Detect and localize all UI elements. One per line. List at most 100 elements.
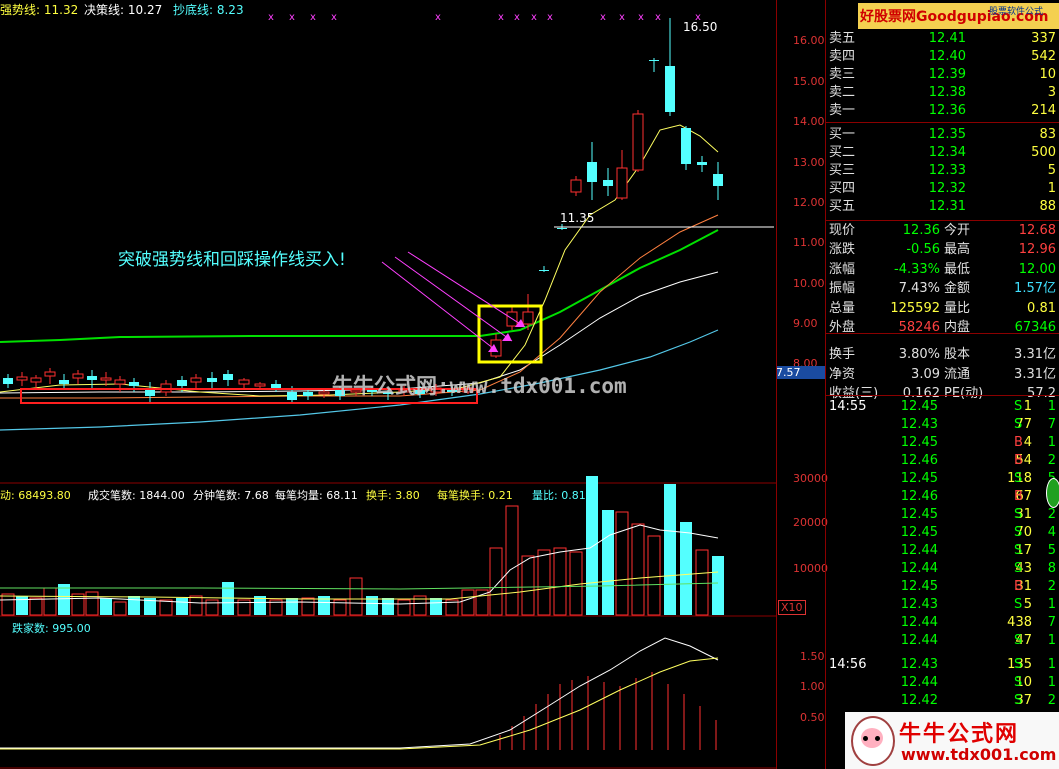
- bottom-brand-url: www.tdx001.com: [901, 745, 1057, 764]
- price-tick: 15.00: [793, 75, 825, 88]
- top-brand-banner: 好股票网Goodgupiao.com 股票软件公式: [858, 3, 1059, 29]
- volume-bar: [189, 595, 203, 616]
- ask-row[interactable]: 卖一 12.36 214: [826, 102, 1059, 120]
- tick-row[interactable]: 12.44 17 S 5: [826, 542, 1059, 560]
- level-label: 买二: [829, 145, 856, 160]
- volume-bar: [16, 596, 28, 615]
- scale-tag[interactable]: X10: [778, 600, 806, 615]
- tick-count: 2: [1047, 693, 1056, 708]
- per-minute-label: 分钟笔数: 7.68: [193, 489, 269, 502]
- tick-row[interactable]: 12.42 37 S 2: [826, 692, 1059, 710]
- candle-body: [87, 376, 97, 380]
- quote-value: 0.81: [1027, 300, 1056, 316]
- quote-row: 换手 3.80% 股本 3.31亿: [826, 346, 1059, 364]
- quote-label: 今开: [944, 223, 971, 238]
- tick-price: 12.45: [900, 525, 938, 540]
- candle-body: [254, 383, 266, 387]
- quote-value: 1.57亿: [1014, 281, 1056, 297]
- candle-body: [114, 379, 126, 385]
- candle-body: [72, 373, 84, 379]
- tick-row[interactable]: 12.45118S5: [826, 470, 1059, 488]
- volume-bar: [647, 535, 661, 616]
- tick-row[interactable]: 14:56 12.43 135 S 1: [826, 656, 1059, 674]
- tick-row[interactable]: 12.44 47 S 1: [826, 632, 1059, 650]
- level-price: 12.40: [928, 49, 966, 64]
- tick-count: 1: [1047, 435, 1056, 450]
- level-volume: 83: [1039, 127, 1056, 142]
- quote-label: 现价: [829, 223, 856, 238]
- tick-row[interactable]: 12.46 54 B 2: [826, 452, 1059, 470]
- tick-row[interactable]: 14:55 12.45 1 S 1: [826, 398, 1059, 416]
- tick-row[interactable]: 12.45 4 B 1: [826, 434, 1059, 452]
- bid-row[interactable]: 买五 12.31 88: [826, 198, 1059, 216]
- ask-row[interactable]: 卖二 12.38 3: [826, 84, 1059, 102]
- level-volume: 214: [1031, 103, 1056, 118]
- bid-row[interactable]: 买三 12.33 5: [826, 162, 1059, 180]
- breadth-bars: [499, 672, 717, 750]
- signal-marker: x: [310, 12, 316, 23]
- price-tick: 11.00: [793, 236, 825, 249]
- quote-label: 内盘: [944, 320, 971, 335]
- volume-bar: [680, 522, 692, 615]
- quote-row: 涨跌 -0.56 最高 12.96: [826, 241, 1059, 259]
- quote-value: 3.31亿: [1014, 347, 1056, 363]
- volume-bar: [1, 593, 15, 616]
- tick-row[interactable]: 12.43 77 S 7: [826, 416, 1059, 434]
- tick-row[interactable]: 12.45 31 B 2: [826, 578, 1059, 596]
- candle-body: [632, 113, 644, 171]
- bid-row[interactable]: 买四 12.32 1: [826, 180, 1059, 198]
- ask-row[interactable]: 卖四 12.40 542: [826, 48, 1059, 66]
- tick-row[interactable]: 12.44 438 7: [826, 614, 1059, 632]
- breadth-line-yellow: [0, 657, 719, 750]
- volume-bar: [349, 577, 363, 616]
- ask-row[interactable]: 卖三 12.39 10: [826, 66, 1059, 84]
- volume-bar: [461, 589, 475, 616]
- level-price: 12.35: [928, 127, 966, 142]
- tick-price: 12.43: [900, 417, 938, 432]
- volume-bar: [664, 484, 676, 615]
- volume-bar: [430, 598, 442, 615]
- volume-bar: [382, 598, 394, 615]
- volume-bar: [695, 549, 709, 616]
- price-tick: 12.00: [793, 196, 825, 209]
- tick-row[interactable]: 12.44 10 S 1: [826, 674, 1059, 692]
- volume-bar: [631, 523, 645, 616]
- tick-row[interactable]: 12.4667B2: [826, 488, 1059, 506]
- quote-label: 净资: [829, 366, 856, 382]
- candle-body: [100, 377, 112, 381]
- level-label: 买四: [829, 181, 856, 196]
- bid-row[interactable]: 买二 12.34 500: [826, 144, 1059, 162]
- tick-row[interactable]: 12.44 43 S 8: [826, 560, 1059, 578]
- price-tick: 10.00: [793, 277, 825, 290]
- signal-marker: x: [531, 12, 537, 23]
- volume-tick: 30000: [793, 472, 828, 485]
- tick-row[interactable]: 12.45 31 S 2: [826, 506, 1059, 524]
- level-volume: 542: [1031, 49, 1056, 64]
- quote-label: 金额: [944, 281, 971, 297]
- ask-row[interactable]: 卖五 12.41 337: [826, 30, 1059, 48]
- tick-side: S: [1014, 633, 1023, 648]
- tick-volume: 438: [1007, 615, 1032, 630]
- candle-body: [44, 371, 56, 377]
- tick-price: 12.46: [900, 453, 938, 468]
- quote-value: 3.80%: [898, 347, 940, 363]
- tick-count: 1: [1047, 399, 1056, 414]
- volume-bar: [71, 593, 85, 616]
- tick-row[interactable]: 12.45 70 S 4: [826, 524, 1059, 542]
- tick-side: S: [1014, 657, 1023, 672]
- trade-count-label: 成交笔数: 1844.00: [88, 489, 185, 502]
- volume-bar: [113, 601, 127, 616]
- chart-region[interactable]: xxxxxxxxxxxxxx 强势线: 11.32 决策线: 10.27 抄底线…: [0, 0, 806, 769]
- tick-row[interactable]: 12.43 5 S 1: [826, 596, 1059, 614]
- bid-row[interactable]: 买一 12.35 83: [826, 126, 1059, 144]
- level-label: 买一: [829, 127, 856, 142]
- float-button-icon[interactable]: [1046, 478, 1059, 508]
- volume-bar: [521, 555, 535, 616]
- tick-price: 12.43: [900, 657, 938, 672]
- tick-price: 12.42: [900, 693, 938, 708]
- cow-logo-icon: [851, 716, 895, 766]
- price-tick: 14.00: [793, 115, 825, 128]
- volume-bar: [397, 599, 411, 616]
- breadth-tick: 0.50: [800, 711, 825, 724]
- tick-side: S: [1014, 399, 1023, 414]
